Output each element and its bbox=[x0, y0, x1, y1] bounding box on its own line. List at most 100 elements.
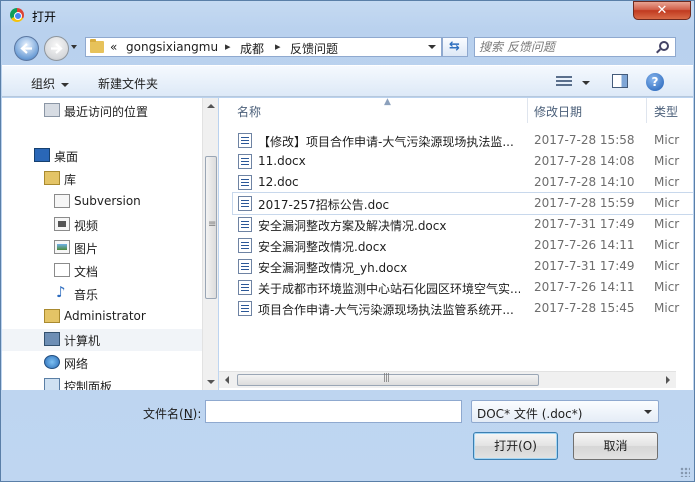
file-row[interactable]: 安全漏洞整改情况_yh.docx 2017-7-31 17:49 Micr bbox=[233, 256, 693, 277]
new-folder-button[interactable]: 新建文件夹 bbox=[98, 75, 158, 92]
scroll-right-icon[interactable] bbox=[666, 376, 670, 384]
nav-item-label: Administrator bbox=[64, 309, 146, 323]
column-header-label: 类型 bbox=[654, 105, 679, 119]
open-button[interactable]: 打开(O) bbox=[473, 432, 558, 460]
file-type: Micr bbox=[654, 175, 680, 189]
file-list-hscrollbar[interactable] bbox=[219, 371, 676, 388]
breadcrumb-overflow[interactable]: « bbox=[110, 40, 117, 54]
nav-item-subversion[interactable]: Subversion bbox=[2, 191, 202, 213]
nav-item-computer[interactable]: 计算机 bbox=[2, 329, 202, 351]
control-panel-icon bbox=[44, 378, 60, 390]
word-document-icon bbox=[238, 217, 252, 232]
scrollbar-thumb[interactable] bbox=[237, 373, 539, 386]
column-header-modified[interactable]: 修改日期 bbox=[526, 98, 646, 123]
address-bar[interactable]: « gongsixiangmu ▸ 成都 ▸ 反馈问题 bbox=[85, 37, 442, 57]
command-toolbar: 组织 新建文件夹 ? bbox=[2, 65, 693, 97]
file-name: 2017-257招标公告.doc bbox=[258, 198, 390, 212]
recent-pages-dropdown[interactable] bbox=[71, 45, 77, 49]
nav-item-label: 图片 bbox=[74, 242, 99, 256]
nav-item-label: 桌面 bbox=[54, 150, 79, 164]
file-type: Micr bbox=[654, 280, 680, 294]
back-button[interactable] bbox=[14, 36, 39, 61]
navigation-pane[interactable]: 最近访问的位置 桌面 库 Subversion 视频 图片 文档 音乐 bbox=[2, 98, 218, 390]
nav-item-music[interactable]: 音乐 bbox=[2, 283, 202, 305]
breadcrumb-separator-icon[interactable]: ▸ bbox=[275, 40, 281, 53]
title-bar[interactable]: 打开 ✕ bbox=[1, 1, 694, 29]
change-view-icon[interactable] bbox=[556, 75, 572, 88]
nav-item-library[interactable]: 库 bbox=[2, 168, 202, 190]
column-header-label: 名称 bbox=[237, 105, 262, 119]
file-row[interactable]: 12.doc 2017-7-28 14:10 Micr bbox=[233, 172, 693, 193]
nav-item-pictures[interactable]: 图片 bbox=[2, 237, 202, 259]
file-name: 关于成都市环境监测中心站石化园区环境空气实... bbox=[258, 282, 520, 296]
folder-icon bbox=[90, 39, 104, 53]
address-dropdown-icon[interactable] bbox=[428, 45, 436, 49]
search-box[interactable] bbox=[474, 37, 676, 57]
file-type: Micr bbox=[654, 196, 680, 210]
breadcrumb-gongsixiangmu[interactable]: gongsixiangmu bbox=[126, 40, 218, 54]
scrollbar-thumb[interactable] bbox=[205, 156, 217, 299]
nav-item-label: 音乐 bbox=[74, 288, 99, 302]
cancel-button[interactable]: 取消 bbox=[573, 432, 658, 460]
word-document-icon bbox=[238, 175, 252, 190]
file-type: Micr bbox=[654, 133, 680, 147]
sort-ascending-icon: ▲ bbox=[384, 98, 391, 107]
computer-icon bbox=[44, 332, 60, 346]
view-options-dropdown[interactable] bbox=[582, 81, 590, 85]
nav-pane-scrollbar[interactable] bbox=[202, 98, 218, 390]
resize-grip-icon[interactable] bbox=[680, 467, 690, 477]
music-icon bbox=[54, 283, 70, 301]
search-input[interactable] bbox=[479, 39, 651, 55]
nav-item-label: Subversion bbox=[74, 194, 141, 208]
file-row[interactable]: 【修改】项目合作申请-大气污染源现场执法监... 2017-7-28 15:58… bbox=[233, 130, 693, 151]
file-name: 11.docx bbox=[258, 154, 306, 168]
column-header-name[interactable]: 名称 ▲ bbox=[229, 98, 527, 123]
file-modified-date: 2017-7-28 15:45 bbox=[534, 301, 635, 315]
help-icon[interactable]: ? bbox=[646, 73, 664, 91]
file-row[interactable]: 项目合作申请-大气污染源现场执法监管系统开... 2017-7-28 15:45… bbox=[233, 298, 693, 319]
breadcrumb-separator-icon[interactable]: ▸ bbox=[225, 40, 231, 53]
file-name: 12.doc bbox=[258, 175, 299, 189]
word-document-icon bbox=[238, 280, 252, 295]
scroll-up-icon[interactable] bbox=[207, 104, 215, 108]
file-row[interactable]: 安全漏洞整改方案及解决情况.docx 2017-7-31 17:49 Micr bbox=[233, 214, 693, 235]
refresh-button[interactable]: ⇆ bbox=[442, 37, 468, 57]
file-name: 安全漏洞整改情况.docx bbox=[258, 240, 387, 254]
search-icon[interactable] bbox=[659, 41, 669, 51]
nav-item-desktop[interactable]: 桌面 bbox=[2, 145, 202, 167]
filetype-select[interactable]: DOC* 文件 (.doc*) bbox=[471, 400, 659, 423]
refresh-icon: ⇆ bbox=[449, 39, 460, 54]
subversion-icon bbox=[54, 194, 70, 208]
nav-item-control-panel[interactable]: 控制面板 bbox=[2, 375, 202, 390]
preview-pane-icon[interactable] bbox=[612, 74, 628, 88]
column-header-type[interactable]: 类型 bbox=[646, 98, 693, 123]
nav-item-label: 视频 bbox=[74, 219, 99, 233]
video-icon bbox=[54, 217, 70, 231]
file-row-selected[interactable]: 2017-257招标公告.doc 2017-7-28 15:59 Micr bbox=[232, 192, 693, 215]
forward-button[interactable] bbox=[44, 36, 69, 61]
breadcrumb-chengdu[interactable]: 成都 bbox=[240, 40, 264, 57]
nav-item-video[interactable]: 视频 bbox=[2, 214, 202, 236]
nav-item-network[interactable]: 网络 bbox=[2, 352, 202, 374]
close-button[interactable]: ✕ bbox=[633, 1, 691, 20]
file-type: Micr bbox=[654, 238, 680, 252]
nav-item-administrator[interactable]: Administrator bbox=[2, 306, 202, 328]
file-modified-date: 2017-7-31 17:49 bbox=[534, 217, 635, 231]
file-row[interactable]: 安全漏洞整改情况.docx 2017-7-26 14:11 Micr bbox=[233, 235, 693, 256]
file-row[interactable]: 关于成都市环境监测中心站石化园区环境空气实... 2017-7-26 14:11… bbox=[233, 277, 693, 298]
scroll-down-icon[interactable] bbox=[207, 380, 215, 384]
organize-button[interactable]: 组织 bbox=[31, 75, 70, 92]
nav-item-recent-places[interactable]: 最近访问的位置 bbox=[2, 100, 202, 122]
scroll-left-icon[interactable] bbox=[225, 376, 229, 384]
file-list[interactable]: 名称 ▲ 修改日期 类型 【修改】项目合作申请-大气污染源现场执法监... 20… bbox=[219, 98, 693, 390]
file-type: Micr bbox=[654, 259, 680, 273]
window-title: 打开 bbox=[32, 10, 57, 24]
file-name: 安全漏洞整改情况_yh.docx bbox=[258, 261, 408, 275]
breadcrumb-current[interactable]: 反馈问题 bbox=[290, 40, 338, 57]
filename-input[interactable] bbox=[205, 400, 462, 423]
nav-item-documents[interactable]: 文档 bbox=[2, 260, 202, 282]
arrow-right-icon bbox=[51, 43, 63, 54]
library-icon bbox=[44, 171, 60, 185]
file-row[interactable]: 11.docx 2017-7-28 14:08 Micr bbox=[233, 151, 693, 172]
close-icon: ✕ bbox=[656, 3, 668, 18]
